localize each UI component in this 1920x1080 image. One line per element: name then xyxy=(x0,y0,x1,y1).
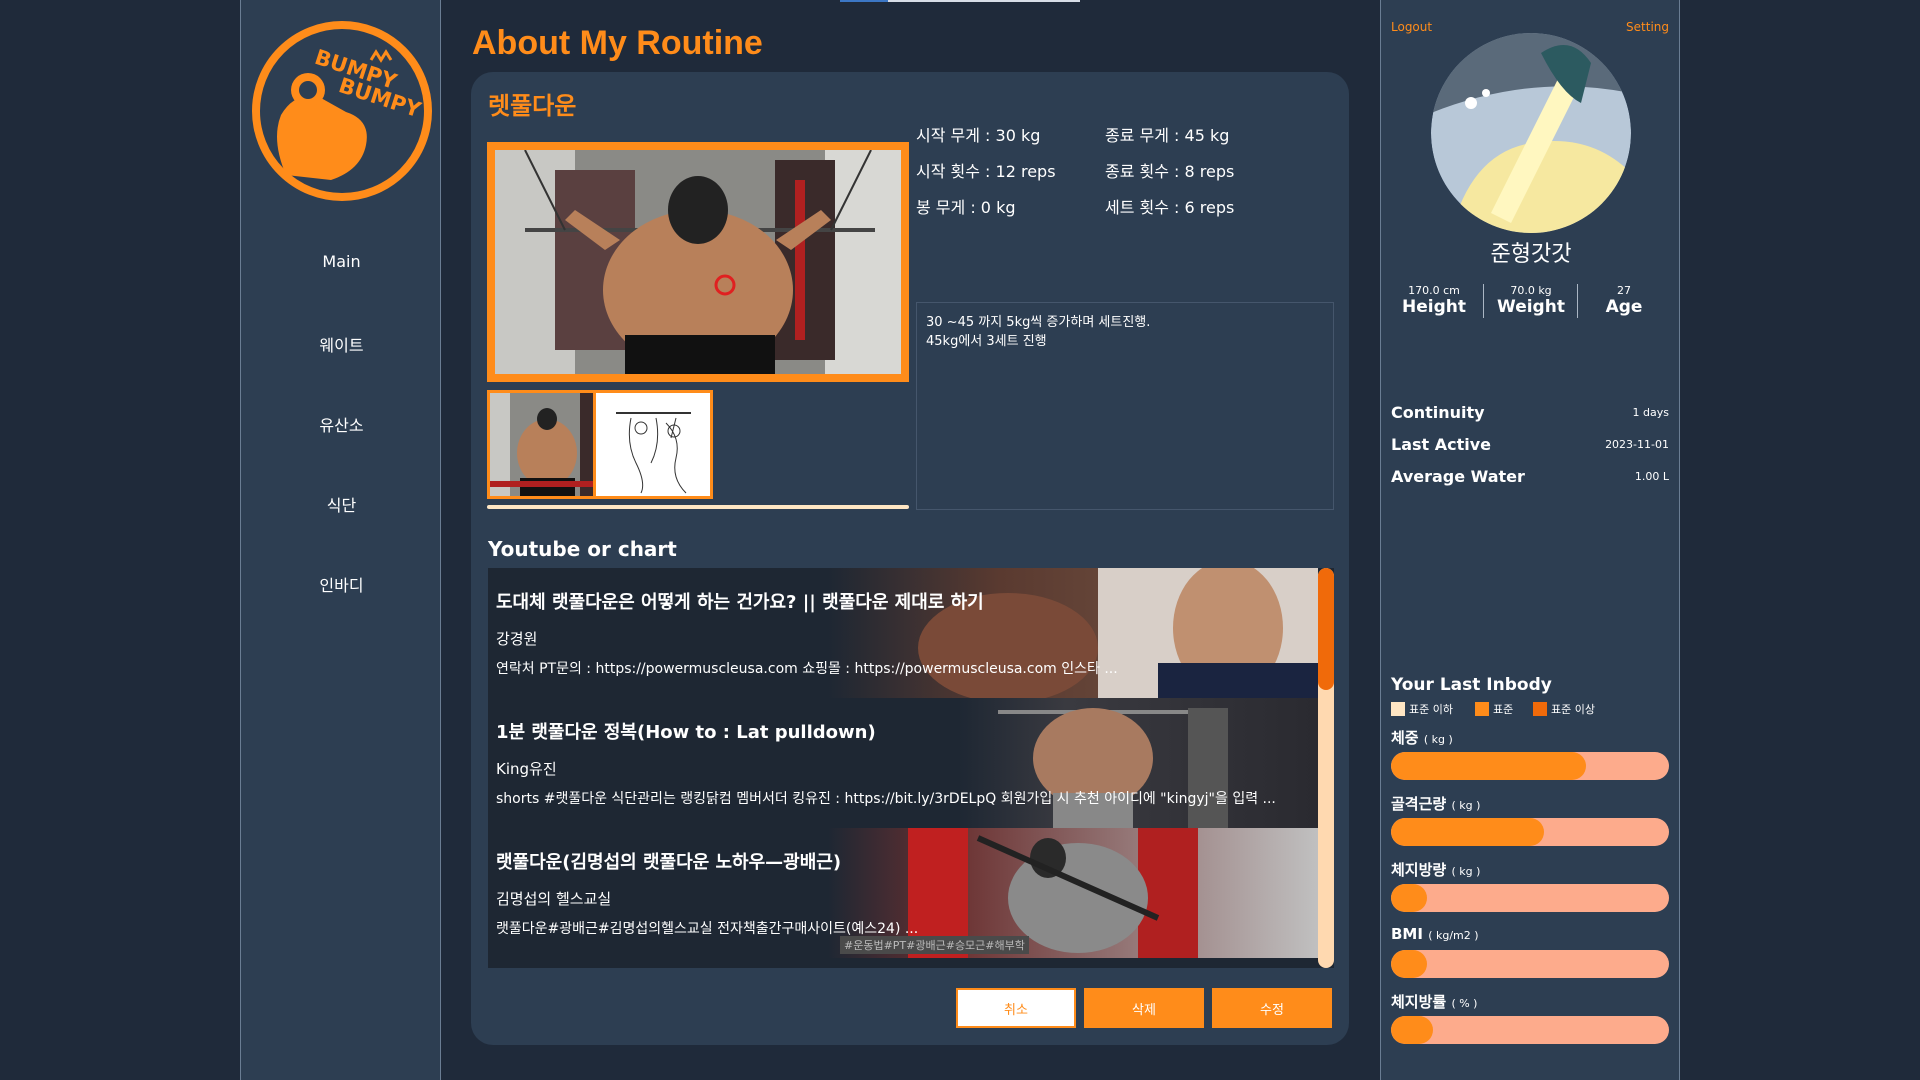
average-water-label: Average Water xyxy=(1391,467,1525,486)
video-description: 연락처 PT문의 : https://powermuscleusa.com 쇼핑… xyxy=(496,661,1118,677)
inbody-muscle-bar xyxy=(1391,818,1669,846)
video-title[interactable]: 1분 랫풀다운 정복(How to : Lat pulldown) xyxy=(496,718,876,744)
start-reps: 시작 횟수 : 12 reps xyxy=(916,162,1056,181)
nav-main[interactable]: Main xyxy=(241,252,442,271)
exercise-thumbnail-sketch[interactable] xyxy=(593,390,713,499)
video-title[interactable]: 도대체 랫풀다운은 어떻게 하는 건가요? || 랫풀다운 제대로 하기 xyxy=(496,588,984,614)
youtube-section-title: Youtube or chart xyxy=(488,537,677,561)
sidebar: BUMPY BUMPY Main 웨이트 유산소 식단 인바디 xyxy=(240,0,441,1080)
exercise-main-image xyxy=(487,142,909,382)
routine-memo: 30 ~45 까지 5kg씩 증가하며 세트진행. 45kg에서 3세트 진행 xyxy=(916,302,1334,510)
top-indicator-active xyxy=(840,0,888,2)
nav-cardio[interactable]: 유산소 xyxy=(241,412,442,436)
nav-weight[interactable]: 웨이트 xyxy=(241,332,442,356)
video-channel[interactable]: 김명섭의 헬스교실 xyxy=(496,888,611,909)
age-stat: 27 Age xyxy=(1577,284,1671,317)
end-weight: 종료 무게 : 45 kg xyxy=(1105,126,1230,145)
exercise-name: 렛풀다운 xyxy=(488,92,577,120)
video-description: 랫풀다운#광배근#김명섭의헬스교실 전자책출간구매사이트(예스24) ... xyxy=(496,921,919,937)
inbody-fat-mass-label: 체지방량 ( kg ) xyxy=(1391,861,1481,879)
video-item[interactable]: 도대체 랫풀다운은 어떻게 하는 건가요? || 랫풀다운 제대로 하기 강경원… xyxy=(488,568,1318,698)
nav-inbody[interactable]: 인바디 xyxy=(241,572,442,596)
video-thumbnail-overlay-text: #운동법#PT#광배근#승모근#해부학 xyxy=(840,936,1029,954)
inbody-bmi-label: BMI ( kg/m2 ) xyxy=(1391,925,1479,943)
edit-button[interactable]: 수정 xyxy=(1212,988,1332,1028)
inbody-fat-mass-bar xyxy=(1391,884,1669,912)
profile-panel: Logout Setting 준형갓갓 170.0 cm Height 70.0… xyxy=(1380,0,1680,1080)
bar-weight: 봉 무게 : 0 kg xyxy=(916,198,1016,217)
video-title[interactable]: 랫풀다운(김명섭의 랫풀다운 노하우—광배근) xyxy=(496,848,841,874)
nav-diet[interactable]: 식단 xyxy=(241,492,442,516)
inbody-weight-label: 체중 ( kg ) xyxy=(1391,729,1453,747)
legend-swatch xyxy=(1391,702,1405,716)
page-title: About My Routine xyxy=(472,24,763,62)
username: 준형갓갓 xyxy=(1490,242,1572,267)
inbody-fat-percent-label: 체지방률 ( % ) xyxy=(1391,993,1478,1011)
weight-stat: 70.0 kg Weight xyxy=(1484,284,1578,317)
legend-below-standard: 표준 이하 xyxy=(1391,701,1453,717)
inbody-weight-bar xyxy=(1391,752,1669,780)
memo-line: 45kg에서 3세트 진행 xyxy=(926,334,1047,349)
inbody-title: Your Last Inbody xyxy=(1391,675,1552,695)
inbody-bmi-bar xyxy=(1391,950,1669,978)
bar-fill xyxy=(1391,1016,1433,1044)
last-active-value: 2023-11-01 xyxy=(1605,438,1669,451)
legend-swatch xyxy=(1533,702,1547,716)
cancel-button[interactable]: 취소 xyxy=(956,988,1076,1028)
height-label: Height xyxy=(1402,297,1466,317)
continuity-label: Continuity xyxy=(1391,403,1485,422)
last-active-label: Last Active xyxy=(1391,435,1492,454)
legend-above-standard: 표준 이상 xyxy=(1533,701,1595,717)
age-label: Age xyxy=(1605,297,1643,317)
delete-button[interactable]: 삭제 xyxy=(1084,988,1204,1028)
height-stat: 170.0 cm Height xyxy=(1387,284,1481,317)
continuity-value: 1 days xyxy=(1632,406,1669,419)
weight-value: 70.0 kg xyxy=(1510,284,1552,297)
setting-link[interactable]: Setting xyxy=(1626,20,1669,34)
avatar[interactable] xyxy=(1431,33,1631,233)
logout-link[interactable]: Logout xyxy=(1391,20,1432,34)
legend-label: 표준 이하 xyxy=(1409,703,1453,716)
start-weight: 시작 무게 : 30 kg xyxy=(916,126,1041,145)
end-reps: 종료 횟수 : 8 reps xyxy=(1105,162,1235,181)
set-count: 세트 횟수 : 6 reps xyxy=(1105,198,1235,217)
height-value: 170.0 cm xyxy=(1408,284,1460,297)
memo-line: 30 ~45 까지 5kg씩 증가하며 세트진행. xyxy=(926,315,1151,330)
legend-label: 표준 xyxy=(1493,703,1514,716)
bar-fill xyxy=(1391,818,1544,846)
exercise-thumbnail-photo[interactable] xyxy=(487,390,607,499)
youtube-list: 도대체 랫풀다운은 어떻게 하는 건가요? || 랫풀다운 제대로 하기 강경원… xyxy=(488,568,1334,968)
average-water-value: 1.00 L xyxy=(1634,470,1669,483)
bar-fill xyxy=(1391,950,1428,978)
video-item[interactable]: 랫풀다운(김명섭의 랫풀다운 노하우—광배근) 김명섭의 헬스교실 랫풀다운#광… xyxy=(488,828,1318,958)
video-description: shorts #랫풀다운 식단관리는 랭킹닭컴 멤버서더 킹유진 : https… xyxy=(496,791,1276,807)
bar-fill xyxy=(1391,884,1428,912)
age-value: 27 xyxy=(1617,284,1631,297)
video-channel[interactable]: 강경원 xyxy=(496,628,537,649)
inbody-muscle-label: 골격근량 ( kg ) xyxy=(1391,795,1481,813)
scrollbar-thumb[interactable] xyxy=(1318,568,1334,690)
video-channel[interactable]: King유진 xyxy=(496,758,557,779)
image-carousel-indicator xyxy=(487,505,909,509)
legend-swatch xyxy=(1475,702,1489,716)
bumpy-logo[interactable]: BUMPY BUMPY xyxy=(251,20,433,202)
bar-fill xyxy=(1391,752,1586,780)
inbody-fat-percent-bar xyxy=(1391,1016,1669,1044)
weight-label: Weight xyxy=(1497,297,1565,317)
video-item[interactable]: 1분 랫풀다운 정복(How to : Lat pulldown) King유진… xyxy=(488,698,1318,828)
routine-card: 렛풀다운 시작 무게: 30 kg 종료 무게: 45 kg 시작 횟수:… xyxy=(471,72,1349,1045)
legend-standard: 표준 xyxy=(1475,701,1513,717)
legend-label: 표준 이상 xyxy=(1551,703,1595,716)
